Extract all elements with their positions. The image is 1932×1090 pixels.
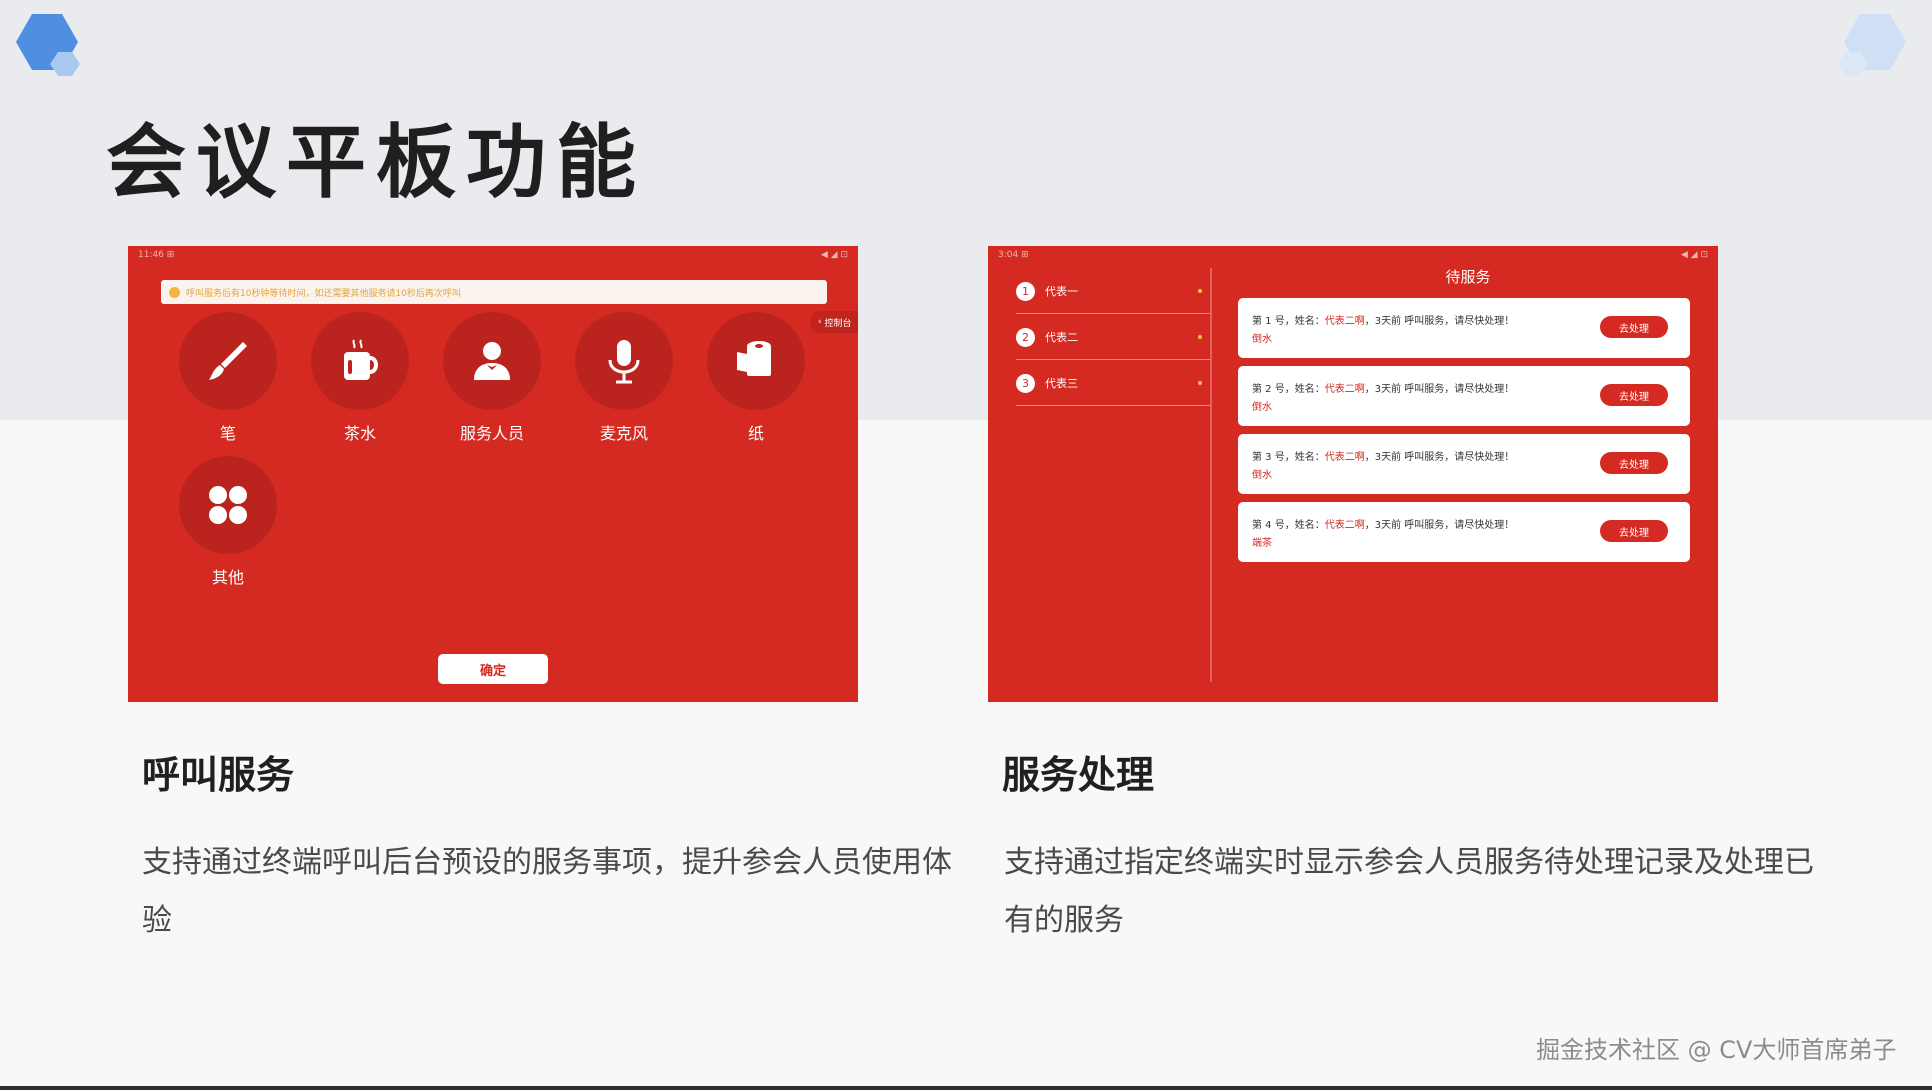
unread-dot-icon	[1198, 335, 1202, 339]
request-prefix: 第 4 号，姓名：	[1252, 520, 1325, 531]
service-handling-heading: 服务处理	[1002, 753, 1155, 797]
service-button-staff[interactable]: 服务人员	[426, 312, 558, 444]
rep-number-badge: 1	[1016, 281, 1035, 301]
request-name: 代表二啊	[1324, 452, 1365, 463]
status-time: 3:04 ⊞	[998, 250, 1029, 260]
request-suffix: ，3天前 呼叫服务，请尽快处理！	[1364, 520, 1515, 531]
request-suffix: ，3天前 呼叫服务，请尽快处理！	[1364, 452, 1515, 463]
service-handling-screen: 3:04 ⊞ ◀ ◢ ⊡ 1 代表一 2 代表二 3 代表三 待服务 第 1 号…	[988, 246, 1718, 702]
wait-notice: 呼叫服务后有10秒钟等待时间，如还需要其他服务请10秒后再次呼叫	[161, 280, 827, 304]
process-button[interactable]: 去处理	[1600, 452, 1668, 474]
brush-icon	[209, 342, 247, 380]
service-button-paper[interactable]: 纸	[690, 312, 822, 444]
rep-number-badge: 3	[1016, 373, 1035, 393]
process-button[interactable]: 去处理	[1600, 384, 1668, 406]
service-button-pen[interactable]: 笔	[162, 312, 294, 444]
service-button-other[interactable]: 其他	[162, 456, 294, 588]
control-panel-label: 控制台	[824, 318, 852, 329]
microphone-icon	[608, 340, 640, 384]
service-label: 服务人员	[459, 424, 524, 443]
hexagon-decoration-icon	[16, 14, 80, 76]
request-prefix: 第 3 号，姓名：	[1252, 452, 1325, 463]
request-item: 倒水	[1252, 470, 1272, 481]
service-label: 笔	[219, 424, 236, 443]
request-prefix: 第 2 号，姓名：	[1252, 384, 1325, 395]
warning-icon	[169, 286, 180, 298]
representative-item[interactable]: 2 代表二	[1016, 314, 1210, 360]
request-suffix: ，3天前 呼叫服务，请尽快处理！	[1364, 384, 1515, 395]
page-title: 会议平板功能	[106, 116, 646, 209]
request-prefix: 第 1 号，姓名：	[1252, 316, 1325, 327]
waiter-icon	[474, 342, 510, 380]
request-suffix: ，3天前 呼叫服务，请尽快处理！	[1364, 316, 1515, 327]
hexagon-decoration-icon	[1838, 14, 1906, 76]
call-service-screen: 11:46 ⊞ ◀ ◢ ⊡ 呼叫服务后有10秒钟等待时间，如还需要其他服务请10…	[128, 246, 858, 702]
process-button[interactable]: 去处理	[1600, 316, 1668, 338]
service-handling-description: 支持通过指定终端实时显示参会人员服务待处理记录及处理已有的服务	[1004, 845, 1814, 938]
request-name: 代表二啊	[1324, 384, 1365, 395]
service-label: 纸	[747, 424, 764, 443]
watermark: 掘金技术社区 @ CV大师首席弟子	[1536, 1036, 1897, 1064]
paper-roll-icon	[737, 341, 771, 376]
request-card: 第 3 号，姓名：代表二啊，3天前 呼叫服务，请尽快处理！ 倒水 去处理	[1238, 434, 1690, 494]
request-item: 端茶	[1252, 538, 1272, 549]
request-card: 第 1 号，姓名：代表二啊，3天前 呼叫服务，请尽快处理！ 倒水 去处理	[1238, 298, 1690, 358]
status-time: 11:46 ⊞	[138, 250, 175, 260]
tea-cup-icon	[344, 339, 378, 380]
grid-icon	[209, 486, 247, 524]
status-icons: ◀ ◢ ⊡	[820, 250, 848, 260]
request-name: 代表二啊	[1324, 520, 1365, 531]
call-service-description: 支持通过终端呼叫后台预设的服务事项，提升参会人员使用体验	[142, 845, 952, 938]
request-card: 第 4 号，姓名：代表二啊，3天前 呼叫服务，请尽快处理！ 端茶 去处理	[1238, 502, 1690, 562]
pending-title: 待服务	[1445, 268, 1491, 286]
rep-number-badge: 2	[1016, 327, 1035, 347]
status-icons: ◀ ◢ ⊡	[1680, 250, 1708, 260]
process-button[interactable]: 去处理	[1600, 520, 1668, 542]
request-card: 第 2 号，姓名：代表二啊，3天前 呼叫服务，请尽快处理！ 倒水 去处理	[1238, 366, 1690, 426]
unread-dot-icon	[1198, 289, 1202, 293]
service-button-tea[interactable]: 茶水	[294, 312, 426, 444]
request-item: 倒水	[1252, 334, 1272, 345]
request-name: 代表二啊	[1324, 316, 1365, 327]
representative-item[interactable]: 3 代表三	[1016, 360, 1210, 406]
rep-name: 代表二	[1045, 331, 1078, 344]
service-button-microphone[interactable]: 麦克风	[558, 312, 690, 444]
bottom-rule	[0, 1086, 1932, 1090]
panel-divider	[1210, 268, 1212, 682]
service-label: 麦克风	[599, 424, 648, 443]
unread-dot-icon	[1198, 381, 1202, 385]
rep-name: 代表三	[1045, 377, 1078, 390]
service-label: 其他	[211, 568, 244, 587]
request-item: 倒水	[1252, 402, 1272, 413]
service-label: 茶水	[343, 424, 376, 443]
notice-text: 呼叫服务后有10秒钟等待时间，如还需要其他服务请10秒后再次呼叫	[186, 288, 461, 299]
divider	[1016, 405, 1210, 406]
rep-name: 代表一	[1045, 285, 1078, 298]
confirm-button[interactable]: 确定	[438, 654, 548, 684]
representative-item[interactable]: 1 代表一	[1016, 268, 1210, 314]
call-service-heading: 呼叫服务	[142, 753, 295, 797]
